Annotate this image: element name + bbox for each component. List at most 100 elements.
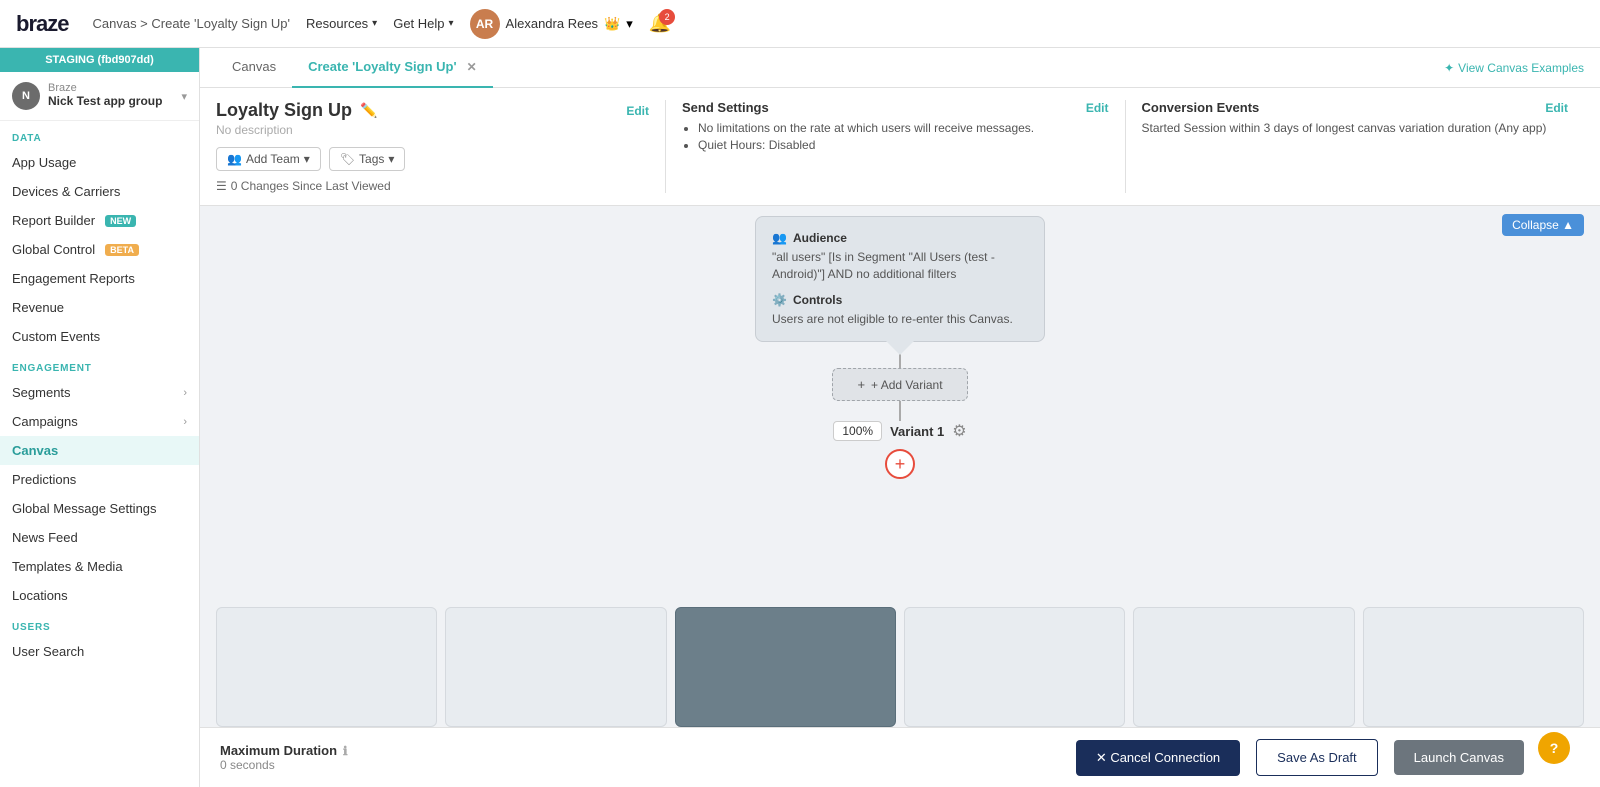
max-duration-title: Maximum Duration ℹ [220, 743, 1060, 758]
audience-text: "all users" [Is in Segment "All Users (t… [772, 249, 1028, 283]
view-canvas-examples-button[interactable]: ✦ View Canvas Examples [1444, 61, 1584, 75]
send-settings-item-1: No limitations on the rate at which user… [698, 121, 1109, 135]
get-help-button[interactable]: Get Help ▾ [393, 16, 453, 31]
staging-banner: STAGING (fbd907dd) [0, 48, 199, 72]
chevron-down-icon: ▾ [304, 152, 310, 166]
users-section-label: USERS [0, 610, 199, 637]
sidebar: STAGING (fbd907dd) N Braze Nick Test app… [0, 48, 200, 787]
add-step-button[interactable]: + [885, 449, 915, 479]
tags-button[interactable]: 🏷 Tags ▾ [329, 147, 406, 171]
step-placeholder [216, 607, 437, 727]
canvas-header: Loyalty Sign Up ✏️ Edit No description 👥… [200, 88, 1600, 206]
canvas-edit-button[interactable]: Edit [626, 104, 649, 118]
launch-canvas-button[interactable]: Launch Canvas [1394, 740, 1524, 775]
sidebar-item-news-feed[interactable]: News Feed [0, 523, 199, 552]
conversion-events-text: Started Session within 3 days of longest… [1142, 121, 1569, 135]
sidebar-item-global-control[interactable]: Global Control BETA [0, 235, 199, 264]
plus-icon: + [857, 377, 865, 392]
help-button[interactable]: ? [1538, 732, 1570, 764]
breadcrumb: Canvas > Create 'Loyalty Sign Up' [92, 16, 290, 31]
variant-settings-icon[interactable]: ⚙ [952, 421, 966, 441]
notification-button[interactable]: 🔔 2 [649, 13, 671, 34]
variant-pct: 100% [833, 421, 882, 441]
chevron-down-icon: ▾ [372, 18, 377, 29]
avatar: AR [470, 9, 500, 39]
close-icon[interactable]: ✕ [467, 60, 477, 74]
chevron-down-icon: ▾ [449, 18, 454, 29]
users-icon: 👥 [772, 231, 787, 245]
content-area: Canvas Create 'Loyalty Sign Up' ✕ ✦ View… [200, 48, 1600, 787]
controls-icon: ⚙️ [772, 293, 787, 307]
step-placeholder [1133, 607, 1354, 727]
user-menu[interactable]: AR Alexandra Rees 👑 ▾ [470, 9, 633, 39]
save-as-draft-button[interactable]: Save As Draft [1256, 739, 1377, 776]
changes-row: ☰ 0 Changes Since Last Viewed [216, 179, 649, 193]
collapse-button[interactable]: Collapse ▲ [1502, 214, 1584, 236]
send-settings-item-2: Quiet Hours: Disabled [698, 138, 1109, 152]
account-avatar: N [12, 82, 40, 110]
sidebar-item-devices-carriers[interactable]: Devices & Carriers [0, 177, 199, 206]
audience-node: 👥 Audience "all users" [Is in Segment "A… [755, 216, 1045, 342]
canvas-workspace: Collapse ▲ 👥 Audience "all users" [Is in… [200, 206, 1600, 727]
sidebar-item-canvas[interactable]: Canvas [0, 436, 199, 465]
braze-logo: braze [16, 11, 68, 37]
variant-row: 100% Variant 1 ⚙ [833, 421, 966, 441]
tab-create-loyalty-sign-up[interactable]: Create 'Loyalty Sign Up' ✕ [292, 48, 493, 88]
canvas-description: No description [216, 123, 649, 137]
sidebar-item-app-usage[interactable]: App Usage [0, 148, 199, 177]
canvas-title: Loyalty Sign Up [216, 100, 352, 121]
data-section-label: DATA [0, 121, 199, 148]
step-placeholder [904, 607, 1125, 727]
chevron-down-icon: ▾ [388, 152, 394, 166]
list-icon: ☰ [216, 179, 227, 193]
sidebar-item-report-builder[interactable]: Report Builder NEW [0, 206, 199, 235]
sidebar-item-templates-media[interactable]: Templates & Media [0, 552, 199, 581]
tag-icon: 🏷 [340, 152, 355, 166]
bottom-bar: Maximum Duration ℹ 0 seconds ✕ Cancel Co… [200, 727, 1600, 787]
team-icon: 👥 [227, 152, 242, 166]
add-team-button[interactable]: 👥 Add Team ▾ [216, 147, 321, 171]
sidebar-item-predictions[interactable]: Predictions [0, 465, 199, 494]
send-settings-edit-button[interactable]: Edit [1086, 101, 1109, 115]
steps-row [200, 607, 1600, 727]
conversion-events-panel: Conversion Events Edit Started Session w… [1126, 100, 1585, 193]
sidebar-item-segments[interactable]: Segments › [0, 378, 199, 407]
sidebar-item-user-search[interactable]: User Search [0, 637, 199, 666]
new-badge: NEW [105, 215, 136, 227]
crown-icon: 👑 [604, 16, 620, 32]
magic-wand-icon: ✦ [1444, 61, 1454, 75]
tab-canvas[interactable]: Canvas [216, 48, 292, 88]
conversion-events-edit-button[interactable]: Edit [1545, 101, 1568, 115]
info-icon: ℹ [343, 744, 348, 758]
beta-badge: BETA [105, 244, 139, 256]
add-variant-button[interactable]: + + Add Variant [832, 368, 967, 401]
send-settings-list: No limitations on the rate at which user… [682, 121, 1109, 152]
resources-button[interactable]: Resources ▾ [306, 16, 377, 31]
edit-pencil-icon[interactable]: ✏️ [360, 102, 377, 119]
cancel-connection-button[interactable]: ✕ Cancel Connection [1076, 740, 1240, 776]
step-placeholder [445, 607, 666, 727]
sidebar-item-custom-events[interactable]: Custom Events [0, 322, 199, 351]
chevron-down-icon: ▾ [181, 90, 187, 103]
sidebar-item-locations[interactable]: Locations [0, 581, 199, 610]
topbar: braze Canvas > Create 'Loyalty Sign Up' … [0, 0, 1600, 48]
tabs-bar: Canvas Create 'Loyalty Sign Up' ✕ ✦ View… [200, 48, 1600, 88]
chevron-right-icon: › [183, 387, 187, 399]
account-switcher[interactable]: N Braze Nick Test app group ▾ [0, 72, 199, 121]
sidebar-item-campaigns[interactable]: Campaigns › [0, 407, 199, 436]
canvas-info-panel: Loyalty Sign Up ✏️ Edit No description 👥… [216, 100, 666, 193]
chevron-right-icon: › [183, 416, 187, 428]
sidebar-item-global-message-settings[interactable]: Global Message Settings [0, 494, 199, 523]
connector-line-2 [899, 401, 901, 421]
sidebar-item-engagement-reports[interactable]: Engagement Reports [0, 264, 199, 293]
step-placeholder [1363, 607, 1584, 727]
max-duration-value: 0 seconds [220, 758, 1060, 772]
variant-name: Variant 1 [890, 424, 944, 439]
send-settings-panel: Send Settings Edit No limitations on the… [666, 100, 1126, 193]
controls-text: Users are not eligible to re-enter this … [772, 311, 1028, 328]
engagement-section-label: ENGAGEMENT [0, 351, 199, 378]
step-placeholder-dark [675, 607, 896, 727]
chevron-down-icon: ▾ [626, 16, 633, 32]
sidebar-item-revenue[interactable]: Revenue [0, 293, 199, 322]
bottom-info: Maximum Duration ℹ 0 seconds [220, 743, 1060, 772]
